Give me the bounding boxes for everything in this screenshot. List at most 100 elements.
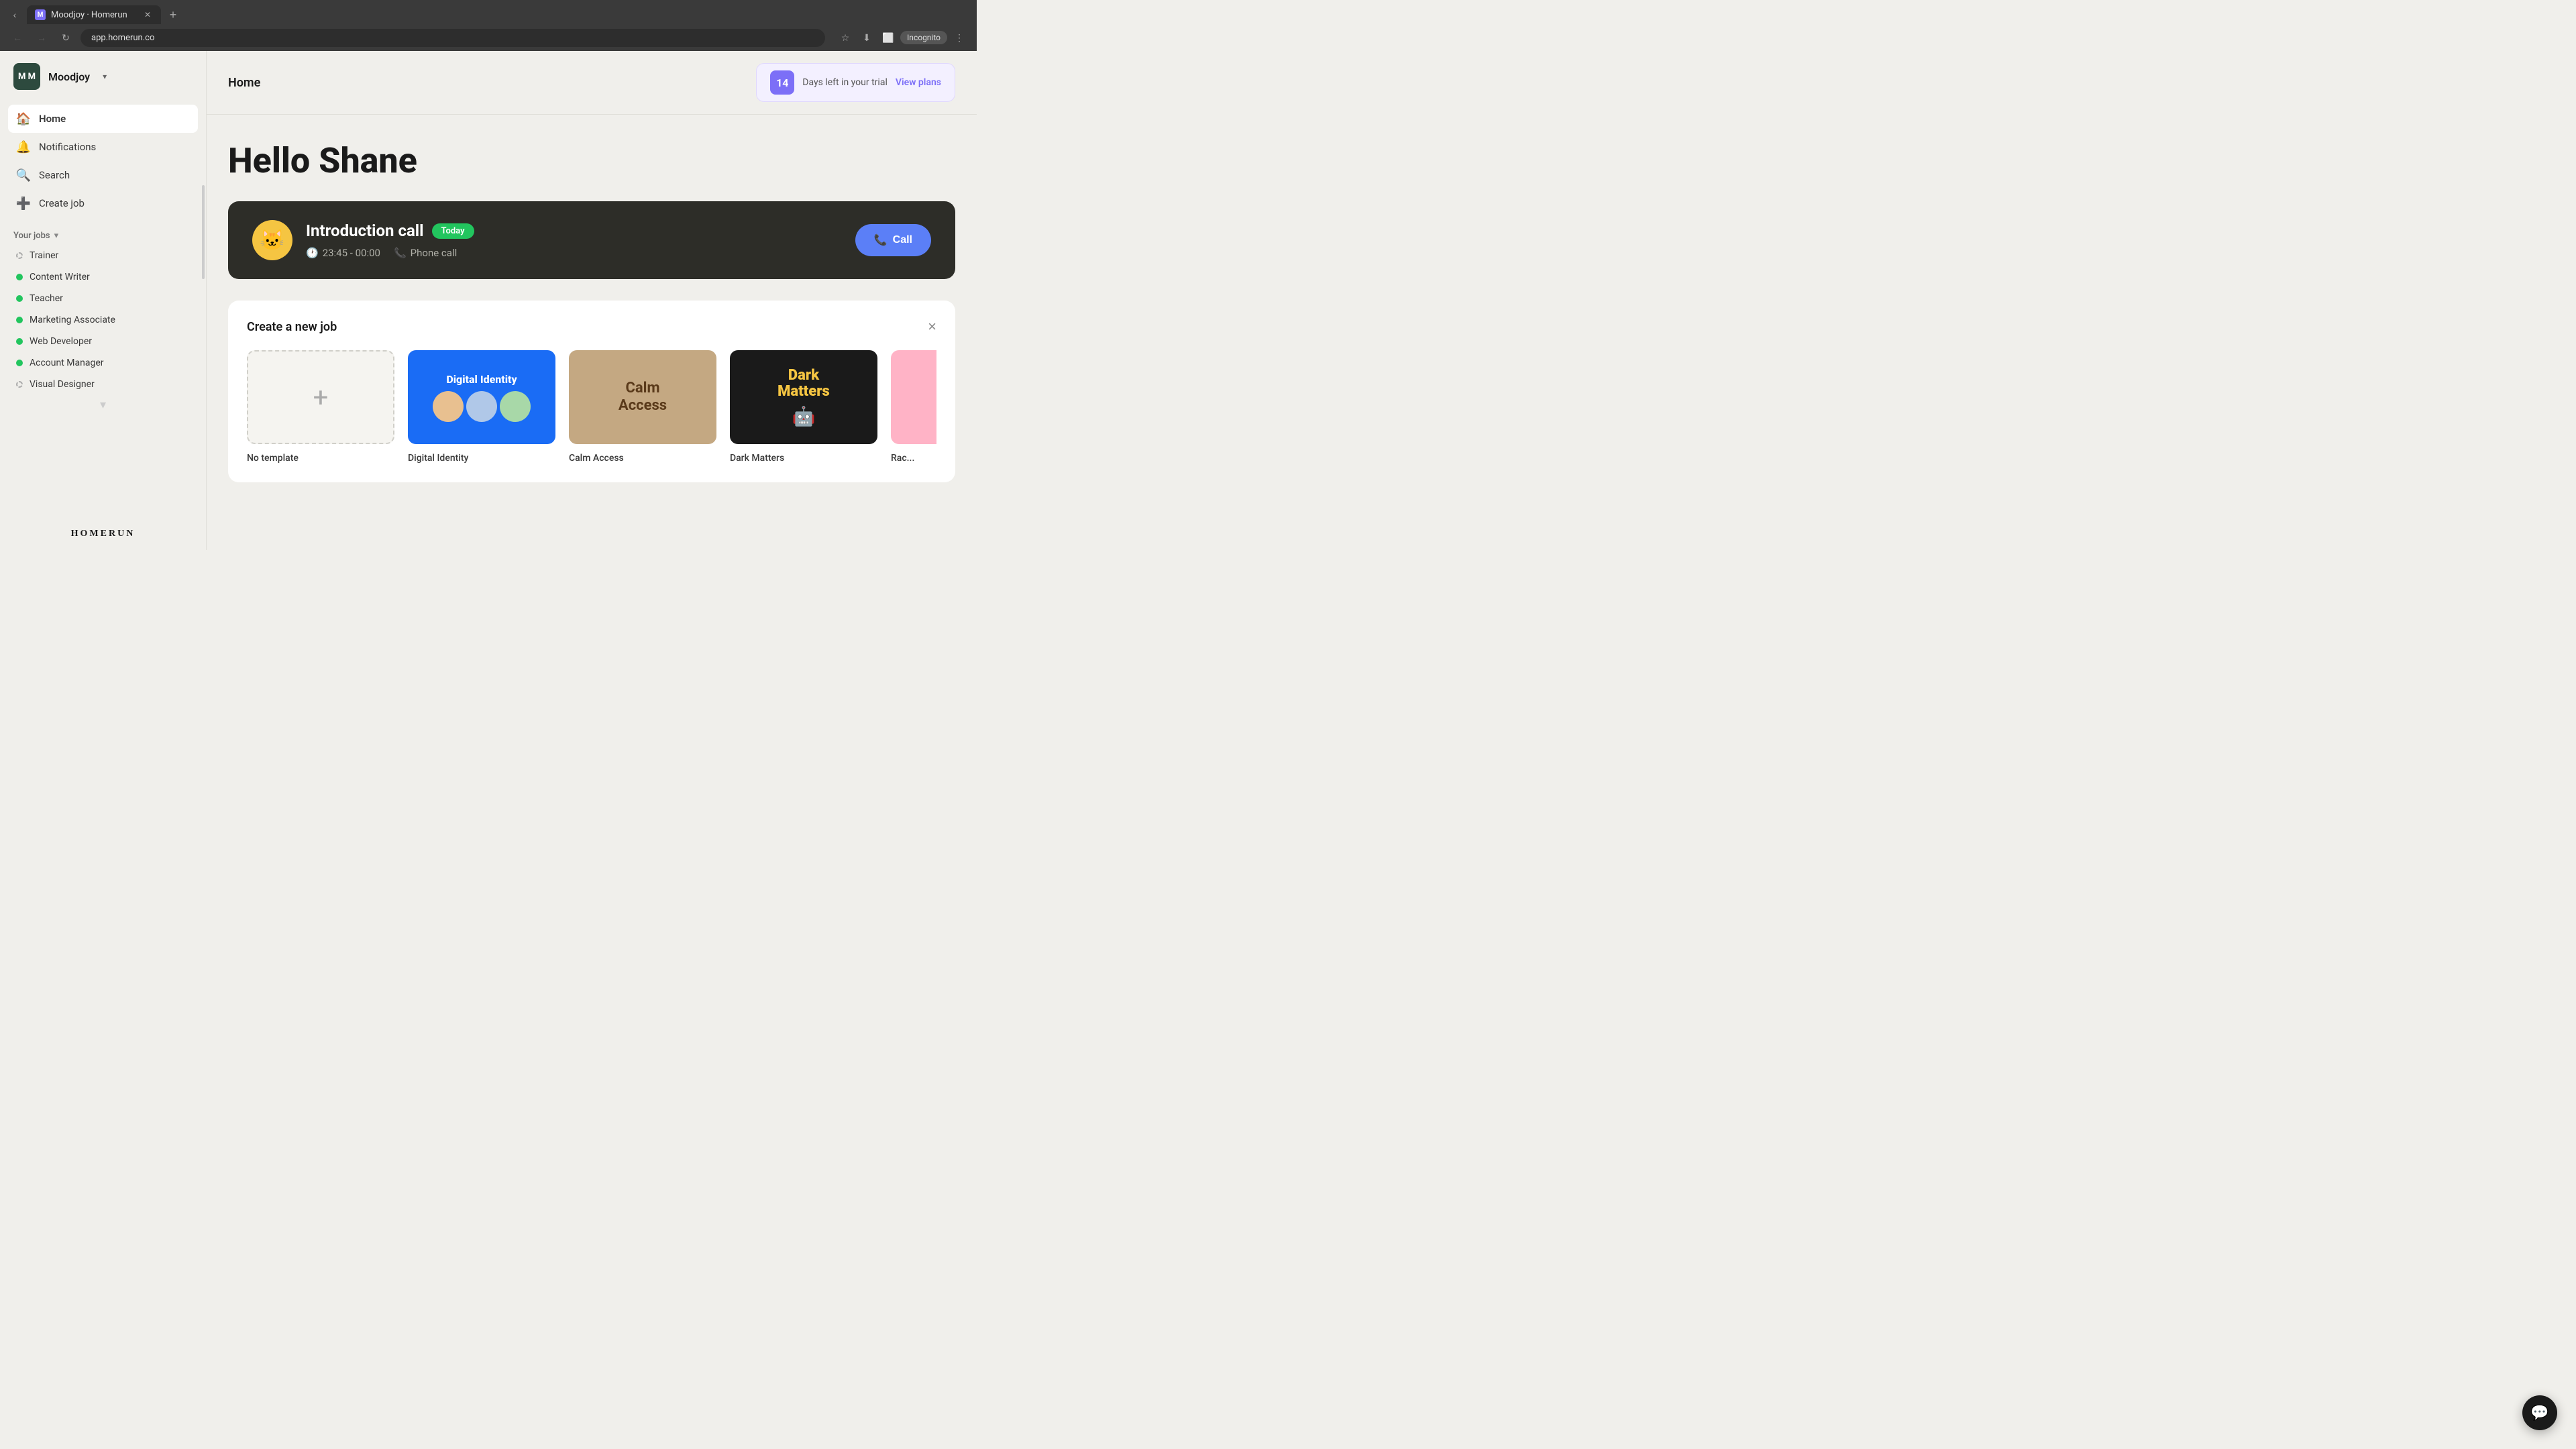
download-button[interactable]: ⬇ (857, 28, 876, 47)
template-name-no-template: No template (247, 453, 299, 464)
job-label-visual-designer: Visual Designer (30, 379, 95, 390)
job-item-account-manager[interactable]: Account Manager (3, 352, 203, 374)
sidebar-item-notifications[interactable]: 🔔 Notifications (8, 133, 198, 161)
sidebar-item-home-label: Home (39, 113, 66, 125)
sidebar-item-search[interactable]: 🔍 Search (8, 161, 198, 189)
sidebar-item-home[interactable]: 🏠 Home (8, 105, 198, 133)
scroll-indicator: ▾ (0, 395, 206, 415)
url-bar[interactable]: app.homerun.co (80, 29, 825, 47)
template-card-calm-access[interactable]: CalmAccess Calm Access (569, 350, 716, 464)
page-title: Home (228, 76, 756, 90)
job-dot-web-developer (16, 338, 23, 345)
intro-meta: 🕐 23:45 - 00:00 📞 Phone call (306, 247, 842, 259)
template-card-no-template[interactable]: + No template (247, 350, 394, 464)
intro-call-details: Introduction call Today 🕐 23:45 - 00:00 … (306, 221, 842, 259)
template-thumb-partial (891, 350, 936, 444)
job-dot-content-writer (16, 274, 23, 280)
job-item-teacher[interactable]: Teacher (3, 288, 203, 309)
template-name-calm-access: Calm Access (569, 453, 624, 464)
job-item-trainer[interactable]: Trainer (3, 245, 203, 266)
today-badge: Today (432, 223, 474, 239)
main-header: Home 14 Days left in your trial View pla… (207, 51, 977, 115)
browser-actions: ☆ ⬇ ⬜ Incognito ⋮ (836, 28, 969, 47)
trial-text: Days left in your trial (802, 77, 888, 88)
company-avatar: M M (13, 63, 40, 90)
clock-icon: 🕐 (306, 247, 319, 259)
forward-button[interactable]: → (32, 28, 51, 47)
sidebar-header: M M Moodjoy ▾ (0, 51, 206, 102)
ca-content: CalmAccess (608, 369, 678, 426)
job-label-teacher: Teacher (30, 293, 63, 304)
plus-icon: ➕ (16, 196, 31, 211)
sidebar-nav: 🏠 Home 🔔 Notifications 🔍 Search ➕ Create… (0, 102, 206, 220)
greeting-heading: Hello Shane (228, 142, 955, 180)
main-area: Home 14 Days left in your trial View pla… (207, 51, 977, 550)
job-label-web-developer: Web Developer (30, 336, 92, 347)
tab-nav-prev[interactable]: ‹ (5, 5, 24, 24)
di-title: Digital Identity (446, 373, 517, 386)
template-thumb-dark-matters: DarkMatters 🤖 (730, 350, 877, 444)
template-card-dark-matters[interactable]: DarkMatters 🤖 Dark Matters (730, 350, 877, 464)
incognito-badge: Incognito (900, 31, 947, 44)
browser-chrome: ‹ M Moodjoy · Homerun ✕ + ← → ↻ app.home… (0, 0, 977, 51)
intro-call-title: Introduction call (306, 221, 424, 240)
company-dropdown-button[interactable]: ▾ (98, 70, 111, 83)
sidebar-item-create-job-label: Create job (39, 197, 85, 209)
job-item-content-writer[interactable]: Content Writer (3, 266, 203, 288)
main-content: Hello Shane 🐱 Introduction call Today 🕐 … (207, 115, 977, 550)
reload-button[interactable]: ↻ (56, 28, 75, 47)
job-label-content-writer: Content Writer (30, 272, 90, 282)
tab-bar: ‹ M Moodjoy · Homerun ✕ + (0, 0, 977, 24)
template-thumb-no-template: + (247, 350, 394, 444)
tab-title: Moodjoy · Homerun (51, 10, 137, 20)
di-photo-3 (500, 391, 531, 422)
job-dot-marketing-associate (16, 317, 23, 323)
intro-title-row: Introduction call Today (306, 221, 842, 240)
ca-title: CalmAccess (619, 380, 667, 415)
tab-favicon: M (35, 9, 46, 20)
call-phone-icon: 📞 (874, 233, 888, 247)
trial-days-count: 14 (770, 70, 794, 95)
active-tab[interactable]: M Moodjoy · Homerun ✕ (27, 5, 161, 24)
search-icon: 🔍 (16, 168, 31, 182)
job-dot-trainer (16, 252, 23, 259)
new-tab-button[interactable]: + (164, 5, 182, 24)
call-button[interactable]: 📞 Call (855, 224, 931, 256)
template-thumb-digital-identity: Digital Identity (408, 350, 555, 444)
dm-character: 🤖 (792, 405, 816, 427)
back-button[interactable]: ← (8, 28, 27, 47)
view-plans-link[interactable]: View plans (896, 77, 941, 88)
trial-badge: 14 Days left in your trial View plans (756, 63, 955, 102)
create-job-header: Create a new job × (247, 319, 936, 334)
sidebar-item-create-job[interactable]: ➕ Create job (8, 189, 198, 217)
create-job-close-button[interactable]: × (928, 319, 936, 334)
company-name: Moodjoy (48, 70, 90, 83)
sidebar-logo: HOMERUN (0, 515, 206, 550)
template-card-digital-identity[interactable]: Digital Identity Digital Identity (408, 350, 555, 464)
sidebar-item-search-label: Search (39, 169, 70, 181)
bookmark-button[interactable]: ☆ (836, 28, 855, 47)
add-icon: + (313, 382, 329, 413)
template-card-partial[interactable]: Rac... (891, 350, 936, 464)
template-thumb-calm-access: CalmAccess (569, 350, 716, 444)
chat-bubble[interactable]: 💬 (2522, 1395, 2557, 1430)
address-bar: ← → ↻ app.homerun.co ☆ ⬇ ⬜ Incognito ⋮ (0, 24, 977, 51)
phone-icon: 📞 (394, 247, 407, 259)
intro-time: 🕐 23:45 - 00:00 (306, 247, 380, 259)
tab-close-button[interactable]: ✕ (142, 9, 153, 20)
di-photos (433, 391, 531, 422)
app: M M Moodjoy ▾ 🏠 Home 🔔 Notifications 🔍 S… (0, 51, 977, 550)
bell-icon: 🔔 (16, 140, 31, 154)
sidebar-scrollbar[interactable] (202, 185, 205, 279)
template-name-digital-identity: Digital Identity (408, 453, 468, 464)
job-item-web-developer[interactable]: Web Developer (3, 331, 203, 352)
job-item-visual-designer[interactable]: Visual Designer (3, 374, 203, 395)
job-item-marketing-associate[interactable]: Marketing Associate (3, 309, 203, 331)
extension-button[interactable]: ⬜ (879, 28, 898, 47)
sidebar-item-notifications-label: Notifications (39, 141, 96, 153)
menu-button[interactable]: ⋮ (950, 28, 969, 47)
dm-title: DarkMatters (777, 368, 830, 400)
di-photo-1 (433, 391, 464, 422)
template-name-dark-matters: Dark Matters (730, 453, 784, 464)
sidebar: M M Moodjoy ▾ 🏠 Home 🔔 Notifications 🔍 S… (0, 51, 207, 550)
